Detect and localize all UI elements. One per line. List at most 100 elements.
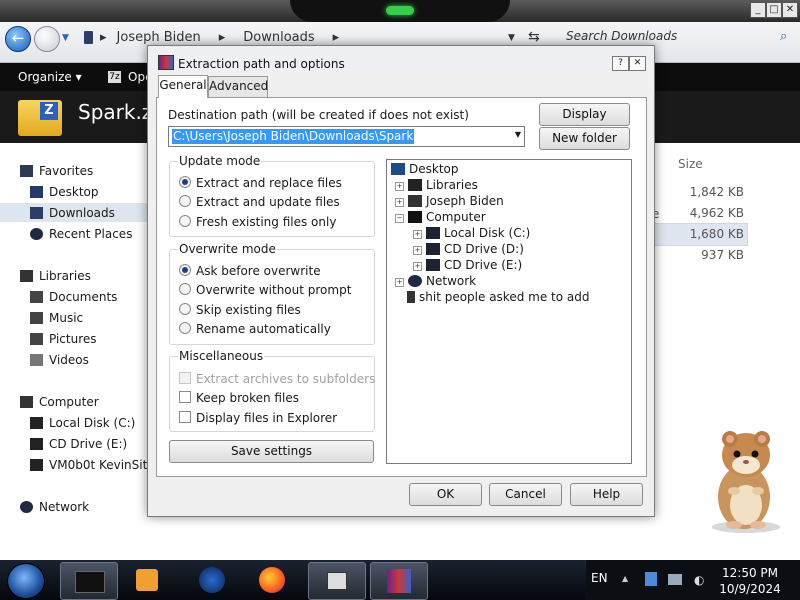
radio-extract-replace[interactable]: Extract and replace files (179, 176, 342, 190)
radio-button[interactable] (179, 303, 191, 315)
refresh-icon[interactable]: ⇆ (528, 29, 540, 45)
expand-icon[interactable]: + (395, 278, 404, 287)
tree-node-libraries[interactable]: + Libraries (395, 178, 478, 192)
collapse-icon[interactable]: − (395, 214, 404, 223)
nav-downloads[interactable]: Downloads (30, 206, 115, 220)
nav-vm-share[interactable]: VM0b0t KevinSite (30, 458, 155, 472)
chevron-down-icon[interactable]: ▼ (515, 130, 521, 139)
tree-node-local-disk[interactable]: + Local Disk (C:) (413, 226, 530, 240)
taskbar-media-player-button[interactable] (120, 562, 176, 598)
expand-icon[interactable]: + (413, 262, 422, 271)
radio-ask-before[interactable]: Ask before overwrite (179, 264, 321, 278)
back-button[interactable]: ← (5, 26, 31, 52)
volume-icon[interactable]: ◐ (694, 573, 704, 587)
breadcrumb[interactable]: ▸ Joseph Biden ▸ Downloads ▸ (100, 30, 357, 45)
taskbar-winrar-button[interactable] (370, 562, 428, 600)
nav-documents[interactable]: Documents (30, 290, 117, 304)
radio-extract-update[interactable]: Extract and update files (179, 195, 340, 209)
start-button[interactable] (7, 563, 45, 599)
radio-skip-existing[interactable]: Skip existing files (179, 303, 301, 317)
switch-windows-icon (327, 572, 347, 590)
radio-button[interactable] (179, 322, 191, 334)
destination-path-label: Destination path (will be created if doe… (168, 108, 469, 122)
nav-cd-drive[interactable]: CD Drive (E:) (30, 437, 127, 451)
taskbar-switch-windows-button[interactable] (308, 562, 366, 600)
breadcrumb-item[interactable]: Downloads (243, 30, 314, 45)
address-dropdown-icon[interactable]: ▼ (508, 33, 515, 43)
nav-libraries[interactable]: Libraries (20, 269, 91, 283)
checkbox[interactable] (179, 411, 191, 423)
tree-node-cd-d[interactable]: + CD Drive (D:) (413, 242, 524, 256)
tree-node-custom-folder[interactable]: shit people asked me to add (407, 290, 589, 304)
expand-icon[interactable]: + (413, 246, 422, 255)
radio-fresh-existing[interactable]: Fresh existing files only (179, 215, 336, 229)
nav-music[interactable]: Music (30, 311, 83, 325)
organize-menu[interactable]: Organize ▾ (18, 70, 82, 84)
nav-favorites[interactable]: Favorites (20, 164, 93, 178)
network-tray-icon[interactable] (668, 574, 682, 585)
radio-rename-auto[interactable]: Rename automatically (179, 322, 331, 336)
maximize-button[interactable]: □ (766, 2, 782, 18)
tree-label: Libraries (426, 178, 478, 192)
tree-node-network[interactable]: + Network (395, 274, 476, 288)
radio-button[interactable] (179, 264, 191, 276)
expand-icon[interactable]: + (395, 198, 404, 207)
radio-button[interactable] (179, 283, 191, 295)
expand-icon[interactable]: + (413, 230, 422, 239)
checkbox[interactable] (179, 391, 191, 403)
tab-advanced[interactable]: Advanced (208, 76, 268, 97)
nav-pictures[interactable]: Pictures (30, 332, 97, 346)
nav-recent-places[interactable]: Recent Places (30, 227, 132, 241)
nav-local-disk[interactable]: Local Disk (C:) (30, 416, 135, 430)
checkbox (179, 372, 191, 384)
show-hidden-icons-icon[interactable]: ▲ (622, 574, 628, 583)
ok-button[interactable]: OK (409, 483, 482, 506)
clock[interactable]: 12:50 PM 10/9/2024 (718, 565, 782, 597)
cancel-button[interactable]: Cancel (489, 483, 562, 506)
tree-node-cd-e[interactable]: + CD Drive (E:) (413, 258, 522, 272)
tree-node-user[interactable]: + Joseph Biden (395, 194, 504, 208)
tree-node-computer[interactable]: − Computer (395, 210, 486, 224)
radio-button[interactable] (179, 195, 191, 207)
dialog-close-button[interactable]: ✕ (629, 56, 646, 71)
tray-app-icon[interactable] (645, 572, 657, 586)
forward-button[interactable] (34, 26, 60, 52)
nav-videos[interactable]: Videos (30, 353, 89, 367)
radio-button[interactable] (179, 215, 191, 227)
tab-general[interactable]: General (158, 75, 208, 98)
expand-icon[interactable]: + (395, 182, 404, 191)
nav-label: Favorites (39, 164, 94, 178)
winrar-icon (387, 569, 411, 593)
destination-path-combo[interactable]: C:\Users\Joseph Biden\Downloads\Spark ▼ (168, 126, 525, 147)
nav-network[interactable]: Network (20, 500, 89, 514)
display-button[interactable]: Display (539, 103, 630, 126)
downloads-folder-icon (84, 31, 93, 44)
breadcrumb-item[interactable]: Joseph Biden (117, 30, 201, 45)
nav-desktop[interactable]: Desktop (30, 185, 99, 199)
recent-pages-dropdown-icon[interactable]: ▼ (62, 33, 69, 43)
search-icon[interactable]: ⌕ (780, 29, 787, 44)
close-button[interactable]: ✕ (782, 2, 798, 18)
help-button[interactable]: Help (570, 483, 643, 506)
size-column-header[interactable]: Size (678, 157, 703, 171)
drive-icon (30, 417, 43, 429)
check-keep-broken[interactable]: Keep broken files (179, 391, 299, 405)
file-size: 1,680 KB (689, 227, 744, 241)
radio-button[interactable] (179, 176, 191, 188)
misc-title: Miscellaneous (178, 349, 265, 363)
computer-icon (20, 396, 33, 408)
folder-tree[interactable]: Desktop + Libraries + Joseph Biden − Comput… (386, 159, 632, 464)
tree-node-desktop[interactable]: Desktop (391, 162, 459, 176)
check-display-explorer[interactable]: Display files in Explorer (179, 411, 337, 425)
save-settings-button[interactable]: Save settings (169, 440, 374, 463)
taskbar-explorer-button[interactable] (60, 562, 118, 600)
radio-overwrite-without[interactable]: Overwrite without prompt (179, 283, 351, 297)
taskbar-browser-button[interactable] (185, 562, 241, 598)
new-folder-button[interactable]: New folder (539, 127, 630, 150)
language-indicator[interactable]: EN (591, 571, 608, 585)
context-help-button[interactable]: ? (612, 56, 629, 71)
minimize-button[interactable]: _ (750, 2, 766, 18)
taskbar-firefox-button[interactable] (245, 562, 301, 598)
option-label: Extract and update files (196, 195, 340, 209)
nav-computer[interactable]: Computer (20, 395, 99, 409)
